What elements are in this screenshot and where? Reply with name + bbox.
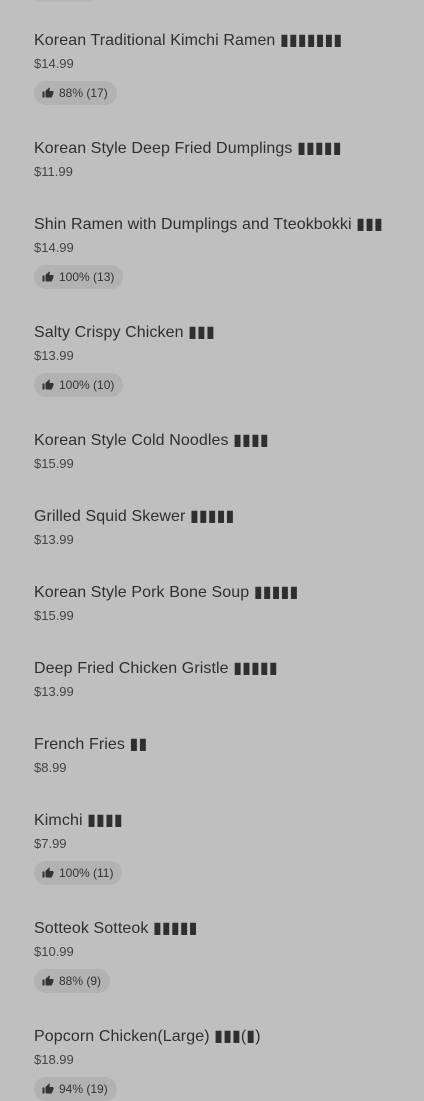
item-price: $7.99 (34, 836, 67, 851)
item-name: Grilled Squid Skewer ▮▮▮▮▮ (34, 508, 235, 525)
menu-item[interactable]: Sotteok Sotteok ▮▮▮▮▮ $10.99 88% (9) (34, 919, 404, 993)
rating-badge: 88% (17) (34, 81, 117, 105)
item-price: $13.99 (34, 684, 74, 699)
thumbs-up-icon (42, 1083, 54, 1095)
item-price: $18.99 (34, 1052, 74, 1067)
rating-text: 100% (13) (59, 270, 115, 284)
item-name: Korean Style Cold Noodles ▮▮▮▮ (34, 432, 269, 449)
rating-text: 100% (10) (59, 378, 115, 392)
item-price: $15.99 (34, 456, 74, 471)
item-price: $14.99 (34, 240, 74, 255)
thumbs-up-icon (42, 975, 54, 987)
item-name: Korean Style Deep Fried Dumplings ▮▮▮▮▮ (34, 140, 342, 157)
rating-text: 88% (9) (59, 974, 102, 988)
menu-item[interactable]: Salty Crispy Chicken ▮▮▮ $13.99 100% (10… (34, 323, 404, 397)
item-name: Popcorn Chicken(Large) ▮▮▮(▮) (34, 1028, 261, 1045)
rating-badge: 100% (11) (34, 861, 123, 885)
menu-item[interactable]: Shin Ramen with Dumplings and Tteokbokki… (34, 215, 404, 289)
rating-text: 88% (17) (59, 86, 108, 100)
thumbs-up-icon (42, 87, 54, 99)
menu-item[interactable]: Deep Fried Chicken Gristle ▮▮▮▮▮ $13.99 (34, 659, 404, 700)
item-price: $13.99 (34, 348, 74, 363)
item-name: Sotteok Sotteok ▮▮▮▮▮ (34, 920, 198, 937)
rating-text: 94% (19) (59, 1082, 108, 1096)
thumbs-up-icon (42, 271, 54, 283)
item-price: $8.99 (34, 760, 67, 775)
item-name: Shin Ramen with Dumplings and Tteokbokki… (34, 216, 383, 233)
menu-item[interactable]: Korean Style Cold Noodles ▮▮▮▮ $15.99 (34, 431, 404, 472)
item-price: $13.99 (34, 532, 74, 547)
menu-item[interactable]: Kimchi ▮▮▮▮ $7.99 100% (11) (34, 811, 404, 885)
item-name: Deep Fried Chicken Gristle ▮▮▮▮▮ (34, 660, 278, 677)
rating-text: 100% (11) (59, 866, 114, 880)
item-price: $15.99 (34, 608, 74, 623)
item-name: Kimchi ▮▮▮▮ (34, 812, 123, 829)
rating-badge: 88% (9) (34, 969, 111, 993)
previous-item-edge (34, 0, 94, 2)
menu-item[interactable]: Popcorn Chicken(Large) ▮▮▮(▮) $18.99 94%… (34, 1027, 404, 1101)
thumbs-up-icon (42, 867, 54, 879)
thumbs-up-icon (42, 379, 54, 391)
item-name: Salty Crispy Chicken ▮▮▮ (34, 324, 215, 341)
item-name: French Fries ▮▮ (34, 736, 148, 753)
item-price: $14.99 (34, 56, 74, 71)
item-price: $10.99 (34, 944, 74, 959)
item-name: Korean Traditional Kimchi Ramen ▮▮▮▮▮▮▮ (34, 32, 343, 49)
menu-item[interactable]: Grilled Squid Skewer ▮▮▮▮▮ $13.99 (34, 507, 404, 548)
item-price: $11.99 (34, 164, 73, 179)
rating-badge: 94% (19) (34, 1077, 117, 1101)
rating-badge: 100% (13) (34, 265, 124, 289)
menu-item[interactable]: Korean Style Deep Fried Dumplings ▮▮▮▮▮ … (34, 139, 404, 180)
menu-item[interactable]: Korean Style Pork Bone Soup ▮▮▮▮▮ $15.99 (34, 583, 404, 624)
menu-item[interactable]: Korean Traditional Kimchi Ramen ▮▮▮▮▮▮▮ … (34, 31, 404, 105)
rating-badge: 100% (10) (34, 373, 124, 397)
menu-item[interactable]: French Fries ▮▮ $8.99 (34, 735, 404, 776)
item-name: Korean Style Pork Bone Soup ▮▮▮▮▮ (34, 584, 299, 601)
